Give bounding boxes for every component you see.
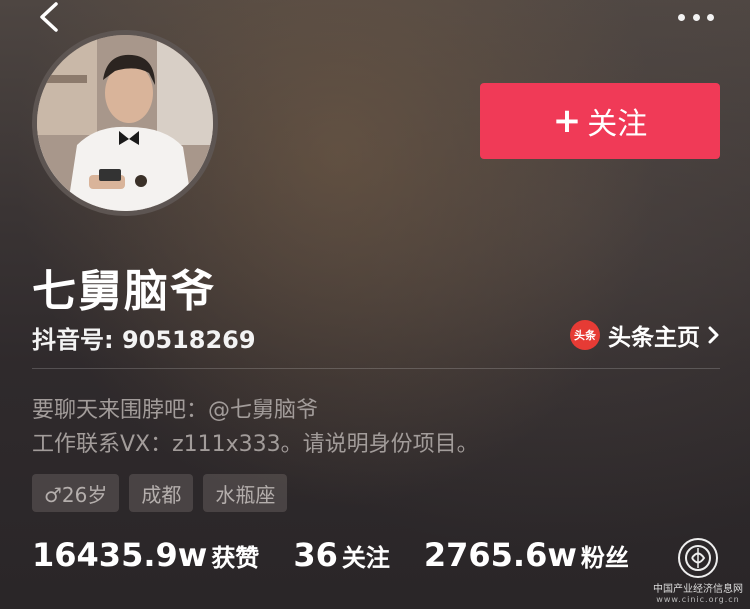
stat-likes[interactable]: 16435.9w 获赞 xyxy=(32,536,259,574)
toutiao-logo-icon: 头条 xyxy=(570,320,600,350)
tag-gender-age: ♂26岁 xyxy=(32,474,120,512)
back-button[interactable] xyxy=(34,2,64,32)
toutiao-homepage-label: 头条主页 xyxy=(608,325,700,351)
avatar-photo xyxy=(37,35,213,211)
bio: 要聊天来围脖吧：@七舅脑爷 工作联系VX：z111x333。请说明身份项目。 xyxy=(32,394,479,462)
watermark-logo-icon xyxy=(678,538,718,578)
more-dot-icon xyxy=(692,13,700,21)
chevron-right-icon xyxy=(708,326,719,344)
follow-button-label: 关注 xyxy=(587,107,648,142)
more-dot-icon xyxy=(678,13,685,21)
stat-following[interactable]: 36 关注 xyxy=(293,536,390,574)
stat-followers[interactable]: 2765.6w 粉丝 xyxy=(424,536,629,574)
stat-label: 关注 xyxy=(341,544,390,572)
tag-city: 成都 xyxy=(129,474,194,512)
stats-row: 16435.9w 获赞 36 关注 2765.6w 粉丝 xyxy=(32,536,629,574)
stat-value: 36 xyxy=(293,536,338,574)
tag-zodiac: 水瓶座 xyxy=(203,474,288,512)
bio-line: 要聊天来围脖吧：@七舅脑爷 xyxy=(32,398,319,423)
stat-value: 16435.9w xyxy=(32,536,208,574)
divider xyxy=(32,368,720,369)
watermark: 中国产业经济信息网 www.cinic.org.cn xyxy=(650,538,746,608)
bio-line: 工作联系VX：z111x333。请说明身份项目。 xyxy=(32,432,479,457)
douyin-id: 抖音号: 90518269 xyxy=(32,326,256,354)
more-dot-icon xyxy=(707,13,714,21)
tag-list: ♂26岁 成都 水瓶座 xyxy=(32,474,288,512)
stat-value: 2765.6w xyxy=(423,536,577,574)
avatar[interactable] xyxy=(32,30,218,216)
stat-label: 获赞 xyxy=(211,544,260,572)
profile-name: 七舅脑爷 xyxy=(32,266,216,317)
watermark-en: www.cinic.org.cn xyxy=(656,595,740,604)
toutiao-homepage-link[interactable]: 头条 头条主页 xyxy=(570,318,720,352)
watermark-cn: 中国产业经济信息网 xyxy=(653,584,743,595)
more-button[interactable] xyxy=(678,12,714,22)
follow-button[interactable]: + 关注 xyxy=(480,83,720,159)
plus-icon: + xyxy=(552,101,582,141)
chevron-left-icon xyxy=(40,2,58,32)
stat-label: 粉丝 xyxy=(580,544,629,572)
